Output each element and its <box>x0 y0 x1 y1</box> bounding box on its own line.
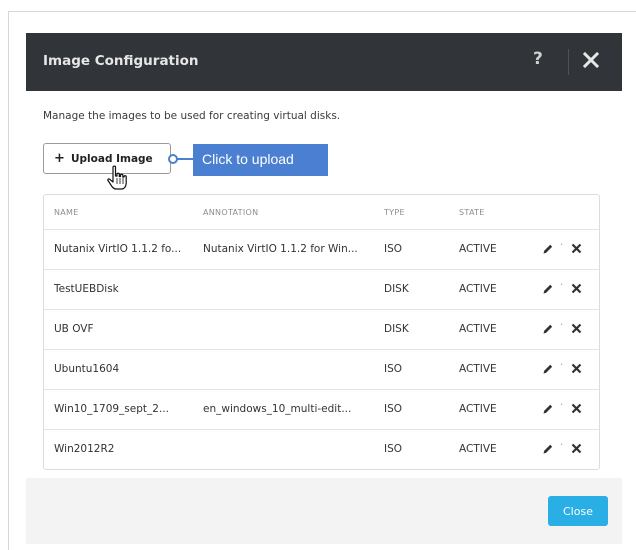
cell-name: Win10_1709_sept_2... <box>54 403 169 415</box>
upload-image-label: Upload Image <box>71 153 153 165</box>
cell-state: ACTIVE <box>459 283 497 295</box>
cell-type: DISK <box>384 323 409 335</box>
dialog-header: Image Configuration ? <box>26 33 622 91</box>
dialog-footer: Close <box>26 478 622 544</box>
help-icon[interactable]: ? <box>533 49 543 69</box>
x-icon[interactable] <box>571 243 582 254</box>
callout-text: Click to upload <box>202 151 294 167</box>
cell-name: Win2012R2 <box>54 443 115 455</box>
hand-pointer-icon <box>107 165 127 190</box>
action-separator: · <box>560 280 564 291</box>
cell-state: ACTIVE <box>459 323 497 335</box>
cell-name: UB OVF <box>54 323 94 335</box>
plus-icon: + <box>54 151 65 166</box>
frame-border-left <box>8 11 9 550</box>
cell-name: TestUEBDisk <box>54 283 119 295</box>
cell-name: Nutanix VirtIO 1.1.2 fo... <box>54 243 182 255</box>
x-icon[interactable] <box>571 403 582 414</box>
action-separator: · <box>560 320 564 331</box>
table-row: Win10_1709_sept_2... en_windows_10_multi… <box>44 389 599 429</box>
column-header-annotation[interactable]: ANNOTATION <box>203 208 258 217</box>
dialog-description: Manage the images to be used for creatin… <box>43 110 341 122</box>
x-icon[interactable] <box>571 443 582 454</box>
table-row: UB OVF DISK ACTIVE · <box>44 309 599 349</box>
pencil-icon[interactable] <box>542 403 554 415</box>
table-row: Nutanix VirtIO 1.1.2 fo... Nutanix VirtI… <box>44 229 599 269</box>
cell-type: ISO <box>384 443 403 455</box>
cell-state: ACTIVE <box>459 403 497 415</box>
cell-state: ACTIVE <box>459 443 497 455</box>
pencil-icon[interactable] <box>542 323 554 335</box>
action-separator: · <box>560 400 564 411</box>
cell-state: ACTIVE <box>459 363 497 375</box>
x-icon[interactable] <box>571 323 582 334</box>
cell-name: Ubuntu1604 <box>54 363 120 375</box>
cell-annotation: en_windows_10_multi-edit... <box>203 403 352 415</box>
table-row: TestUEBDisk DISK ACTIVE · <box>44 269 599 309</box>
column-header-state[interactable]: STATE <box>459 208 485 217</box>
cell-annotation: Nutanix VirtIO 1.1.2 for Win... <box>203 243 358 255</box>
header-divider <box>568 49 569 75</box>
action-separator: · <box>560 440 564 451</box>
close-icon[interactable] <box>582 51 600 69</box>
image-configuration-dialog: Image Configuration ? Manage the images … <box>26 33 622 544</box>
x-icon[interactable] <box>571 283 582 294</box>
action-separator: · <box>560 240 564 251</box>
table-row: Ubuntu1604 ISO ACTIVE · <box>44 349 599 389</box>
frame-border-top <box>8 11 636 12</box>
column-header-type[interactable]: TYPE <box>384 208 405 217</box>
close-button-label: Close <box>563 505 593 518</box>
x-icon[interactable] <box>571 363 582 374</box>
dialog-title: Image Configuration <box>43 53 199 69</box>
pencil-icon[interactable] <box>542 283 554 295</box>
cell-type: ISO <box>384 363 403 375</box>
callout-anchor-dot <box>168 154 178 164</box>
pencil-icon[interactable] <box>542 443 554 455</box>
column-header-name[interactable]: NAME <box>54 208 79 217</box>
pencil-icon[interactable] <box>542 363 554 375</box>
action-separator: · <box>560 360 564 371</box>
pencil-icon[interactable] <box>542 243 554 255</box>
close-button[interactable]: Close <box>548 496 608 526</box>
cell-type: ISO <box>384 243 403 255</box>
cell-state: ACTIVE <box>459 243 497 255</box>
images-table: NAME ANNOTATION TYPE STATE Nutanix VirtI… <box>43 194 600 470</box>
table-row: Win2012R2 ISO ACTIVE · <box>44 429 599 469</box>
callout-annotation: Click to upload <box>193 144 328 176</box>
cell-type: DISK <box>384 283 409 295</box>
cell-type: ISO <box>384 403 403 415</box>
